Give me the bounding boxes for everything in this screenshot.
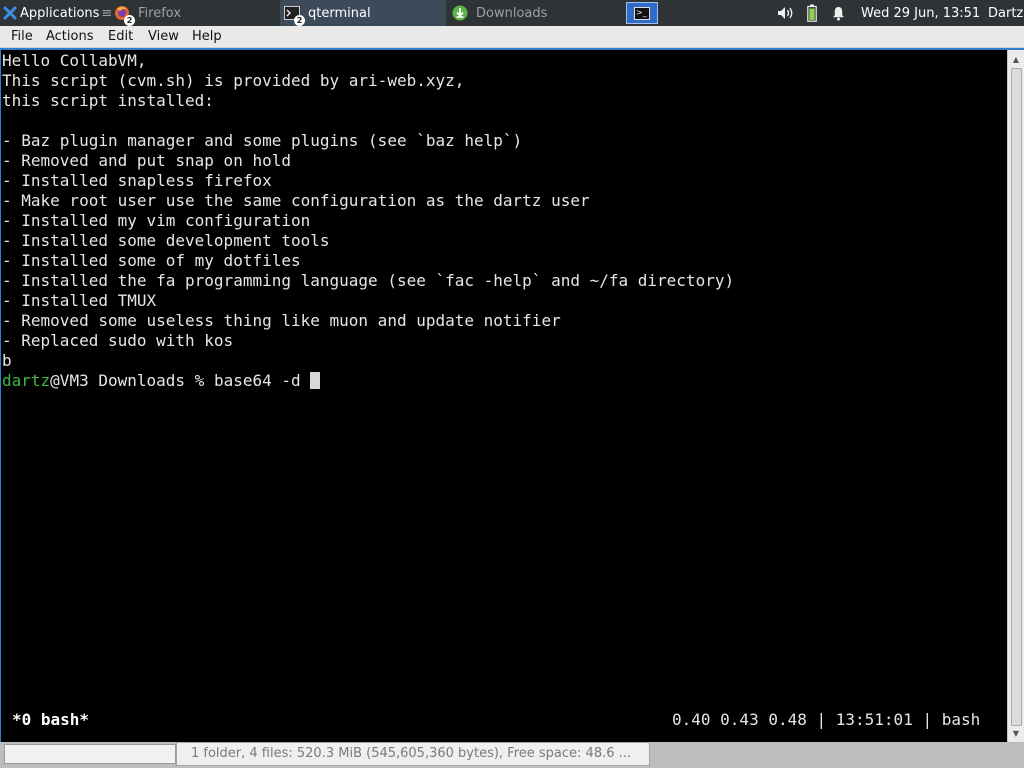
scrollbar-thumb[interactable]: [1011, 68, 1022, 726]
text-cursor: [310, 372, 321, 389]
terminal-line: - Baz plugin manager and some plugins (s…: [2, 131, 523, 150]
battery-icon[interactable]: [806, 0, 818, 26]
terminal-line: - Removed some useless thing like muon a…: [2, 311, 561, 330]
tmux-status-right: 0.40 0.43 0.48 | 13:51:01 | bash: [672, 710, 981, 729]
prompt-user: dartz: [2, 371, 51, 390]
file-manager-statusbar: 1 folder, 4 files: 520.3 MiB (545,605,36…: [176, 742, 650, 766]
taskbar-item-label: qterminal: [308, 5, 371, 21]
download-folder-icon: [452, 5, 468, 21]
terminal-line: - Replaced sudo with kos: [2, 331, 234, 350]
applications-menu-button[interactable]: Applications ≡: [0, 0, 113, 26]
shell-prompt-line[interactable]: dartz@VM3 Downloads % base64 -d: [2, 371, 321, 391]
firefox-icon: 2: [114, 5, 135, 26]
terminal-window-miniature-icon: >_: [634, 6, 650, 20]
terminal-icon: 2: [284, 5, 305, 26]
clock[interactable]: Wed 29 Jun, 13:51: [861, 0, 979, 26]
applications-label: Applications: [20, 5, 100, 21]
background-window-strip: 1 folder, 4 files: 520.3 MiB (545,605,36…: [0, 742, 1024, 768]
volume-icon[interactable]: [776, 0, 796, 26]
window-count-badge: 2: [124, 15, 135, 26]
terminal-line: This script (cvm.sh) is provided by ari-…: [2, 71, 465, 90]
terminal-line: - Installed some of my dotfiles: [2, 251, 301, 270]
taskbar-item-downloads[interactable]: Downloads: [448, 0, 616, 26]
menu-file[interactable]: File: [9, 26, 35, 48]
notification-bell-icon[interactable]: [829, 0, 847, 26]
taskbar-item-label: Downloads: [476, 5, 548, 21]
terminal-line: b: [2, 351, 12, 370]
scroll-down-arrow-icon[interactable]: ▼: [1008, 726, 1024, 740]
user-menu[interactable]: Dartz: [988, 0, 1024, 26]
menu-edit[interactable]: Edit: [106, 26, 135, 48]
terminal-line: - Installed TMUX: [2, 291, 157, 310]
terminal-line: - Installed the fa programming language …: [2, 271, 735, 290]
terminal-line: Hello CollabVM,: [2, 51, 147, 70]
background-window-field: [4, 744, 176, 764]
terminal-line: this script installed:: [2, 91, 214, 110]
terminal-output[interactable]: Hello CollabVM, This script (cvm.sh) is …: [1, 50, 1007, 742]
terminal-menubar: File Actions Edit View Help: [0, 26, 1024, 48]
terminal-line: - Make root user use the same configurat…: [2, 191, 590, 210]
workspace-switcher[interactable]: >_: [626, 2, 658, 24]
menu-actions[interactable]: Actions: [44, 26, 96, 48]
tmux-window-list: *0 bash*: [12, 710, 90, 729]
window-count-badge: 2: [294, 15, 305, 26]
prompt-host-path: @VM3 Downloads %: [50, 371, 214, 390]
terminal-line: - Removed and put snap on hold: [2, 151, 291, 170]
terminal-scrollbar[interactable]: ▲ ▼: [1007, 50, 1024, 742]
top-panel: Applications ≡ 2 Firefox 2 qterminal Dow…: [0, 0, 1024, 26]
terminal-line: - Installed snapless firefox: [2, 171, 272, 190]
terminal-line: - Installed my vim configuration: [2, 211, 311, 230]
taskbar-item-qterminal[interactable]: 2 qterminal: [280, 0, 446, 26]
terminal-line: - Installed some development tools: [2, 231, 330, 250]
xfce-logo-icon: [3, 6, 17, 20]
prompt-command: base64 -d: [213, 371, 311, 390]
scroll-up-arrow-icon[interactable]: ▲: [1008, 52, 1024, 66]
menu-help[interactable]: Help: [190, 26, 224, 48]
taskbar-item-label: Firefox: [138, 5, 182, 21]
taskbar-item-firefox[interactable]: 2 Firefox: [110, 0, 278, 26]
menu-view[interactable]: View: [146, 26, 181, 48]
